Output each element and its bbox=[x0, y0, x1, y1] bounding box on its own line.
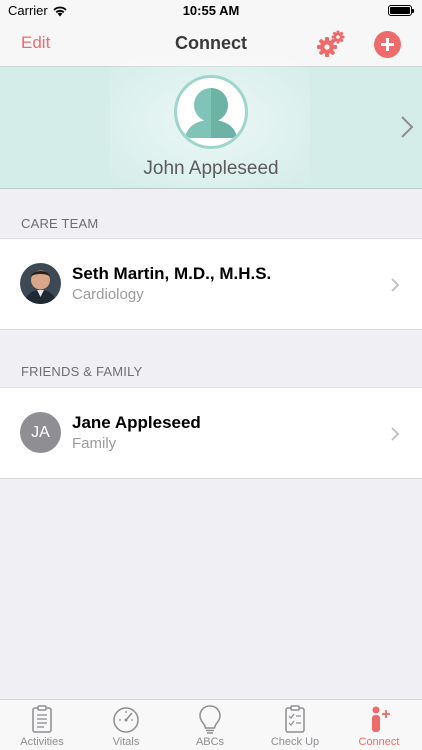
list-item-friends-family[interactable]: JA Jane Appleseed Family bbox=[0, 387, 422, 479]
tab-label: Vitals bbox=[112, 736, 140, 748]
person-plus-icon bbox=[372, 706, 390, 732]
section-header-friends-family: FRIENDS & FAMILY bbox=[21, 364, 143, 379]
battery-icon bbox=[388, 5, 414, 16]
tab-check-up[interactable]: Check Up bbox=[253, 700, 337, 750]
chevron-right-icon bbox=[391, 278, 400, 292]
chevron-right-icon bbox=[401, 116, 414, 138]
gears-icon[interactable] bbox=[316, 30, 346, 58]
status-bar: Carrier 10:55 AM bbox=[0, 0, 422, 22]
status-time: 10:55 AM bbox=[182, 3, 240, 18]
tab-label: Activities bbox=[20, 736, 64, 748]
checklist-icon bbox=[285, 705, 305, 733]
tab-label: ABCs bbox=[195, 736, 225, 748]
gauge-icon bbox=[113, 707, 139, 733]
list-item-care-team[interactable]: Seth Martin, M.D., M.H.S. Cardiology bbox=[0, 238, 422, 330]
contact-name: Seth Martin, M.D., M.H.S. bbox=[72, 264, 272, 283]
page-title: Connect bbox=[175, 33, 247, 53]
add-button[interactable] bbox=[374, 31, 401, 58]
profile-header[interactable]: John Appleseed bbox=[0, 57, 422, 189]
lightbulb-icon bbox=[199, 705, 221, 734]
clipboard-icon bbox=[32, 705, 52, 733]
contact-name: Jane Appleseed bbox=[72, 413, 201, 432]
contact-subtitle: Family bbox=[72, 435, 117, 452]
profile-avatar bbox=[174, 75, 248, 149]
contact-subtitle: Cardiology bbox=[72, 286, 144, 303]
tab-bar: Activities Vitals ABCs Check Up Connect bbox=[0, 699, 422, 750]
doctor-photo bbox=[20, 263, 61, 304]
tab-activities[interactable]: Activities bbox=[0, 700, 84, 750]
tab-connect[interactable]: Connect bbox=[337, 700, 421, 750]
person-placeholder-icon bbox=[180, 81, 242, 143]
chevron-right-icon bbox=[391, 427, 400, 441]
avatar: JA bbox=[20, 412, 61, 453]
section-header-care-team: CARE TEAM bbox=[21, 216, 99, 231]
tab-vitals[interactable]: Vitals bbox=[84, 700, 168, 750]
tab-label: Connect bbox=[358, 736, 400, 748]
tab-label: Check Up bbox=[270, 736, 320, 748]
tab-abcs[interactable]: ABCs bbox=[168, 700, 252, 750]
profile-name: John Appleseed bbox=[143, 158, 279, 179]
avatar bbox=[20, 263, 61, 304]
